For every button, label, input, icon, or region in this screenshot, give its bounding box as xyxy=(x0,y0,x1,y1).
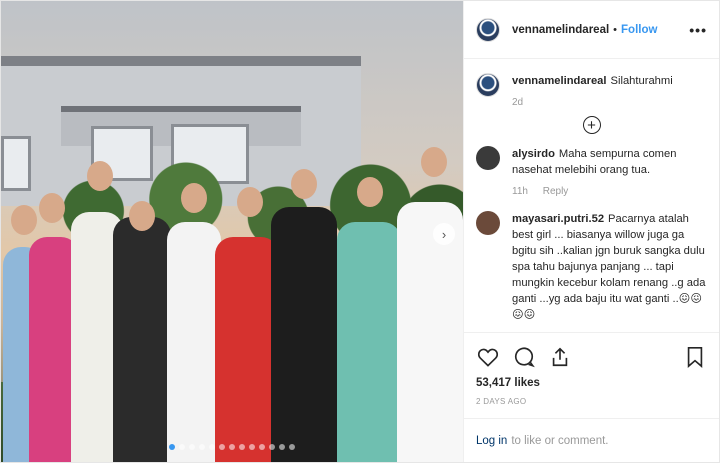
comment-icon[interactable] xyxy=(512,345,536,369)
header-username[interactable]: vennamelindareal xyxy=(512,24,609,36)
carousel-dot xyxy=(199,444,205,450)
comments-list: vennamelindareal Silahturahmi 2d + alysir… xyxy=(464,59,719,332)
comment-username[interactable]: mayasari.putri.52 xyxy=(512,213,604,225)
post-photo[interactable]: › xyxy=(1,1,463,462)
avatar[interactable] xyxy=(476,211,500,235)
carousel-dot xyxy=(189,444,195,450)
carousel-dot xyxy=(259,444,265,450)
carousel-dot xyxy=(219,444,225,450)
post-header: vennamelindareal • Follow ••• xyxy=(464,1,719,59)
carousel-dots xyxy=(1,444,463,450)
carousel-dot xyxy=(179,444,185,450)
action-icons xyxy=(476,339,707,375)
comment-username[interactable]: alysirdo xyxy=(512,148,555,160)
login-bar: Log in to like or comment. xyxy=(464,418,719,462)
avatar[interactable] xyxy=(476,17,500,42)
photo-person xyxy=(167,222,221,462)
avatar[interactable] xyxy=(476,73,500,97)
likes-count[interactable]: 53,417 likes xyxy=(476,377,707,389)
photo-person xyxy=(113,217,171,462)
carousel-dot xyxy=(229,444,235,450)
carousel-dot xyxy=(239,444,245,450)
post-timestamp: 2 DAYS AGO xyxy=(476,397,527,406)
photo-person xyxy=(337,222,401,462)
photo-person-head xyxy=(11,205,37,235)
list-item: alysirdo Maha sempurna comen nasehat mele… xyxy=(476,142,707,197)
photo-person-head xyxy=(421,147,447,177)
carousel-dot xyxy=(209,444,215,450)
carousel-dot xyxy=(169,444,175,450)
photo-person xyxy=(397,202,463,462)
caption-username[interactable]: vennamelindareal xyxy=(512,75,607,87)
photo-person xyxy=(271,207,337,462)
heart-icon[interactable] xyxy=(476,345,500,369)
carousel-dot xyxy=(289,444,295,450)
carousel-dot xyxy=(279,444,285,450)
post-actions: 53,417 likes 2 DAYS AGO xyxy=(464,332,719,418)
post-sidebar: vennamelindareal • Follow ••• vennamelin… xyxy=(463,1,719,462)
photo-person-head xyxy=(39,193,65,223)
photo-person-head xyxy=(291,169,317,199)
plus-circle-icon[interactable]: + xyxy=(582,116,601,134)
more-options-icon[interactable]: ••• xyxy=(689,22,707,38)
follow-button[interactable]: Follow xyxy=(621,24,657,36)
login-suffix: to like or comment. xyxy=(511,434,609,447)
photo-person xyxy=(215,237,279,462)
caption-text: Silahturahmi xyxy=(610,75,673,87)
load-more-comments: + xyxy=(476,116,707,134)
chevron-right-icon: › xyxy=(441,226,447,242)
photo-person-head xyxy=(181,183,207,213)
carousel-dot xyxy=(249,444,255,450)
reply-button[interactable]: Reply xyxy=(543,186,569,197)
list-item: mayasari.putri.52 Pacarnya atalah best gi… xyxy=(476,197,707,323)
caption-age: 2d xyxy=(512,97,524,108)
caption: vennamelindareal Silahturahmi 2d xyxy=(476,59,707,108)
instagram-post: › vennamelindareal • Follow ••• vennamel… xyxy=(0,0,720,463)
photo-person-head xyxy=(357,177,383,207)
photo-person-head xyxy=(237,187,263,217)
comment-age: 11h xyxy=(512,186,528,197)
carousel-dot xyxy=(269,444,275,450)
avatar[interactable] xyxy=(476,146,500,170)
header-separator: • xyxy=(613,23,618,36)
bookmark-icon[interactable] xyxy=(683,345,707,369)
login-link[interactable]: Log in xyxy=(476,435,507,447)
photo-person-head xyxy=(129,201,155,231)
carousel-next-button[interactable]: › xyxy=(433,223,455,245)
photo-person-head xyxy=(87,161,113,191)
share-icon[interactable] xyxy=(548,345,572,369)
comment-text: Pacarnya atalah best girl ... biasanya w… xyxy=(512,213,706,321)
